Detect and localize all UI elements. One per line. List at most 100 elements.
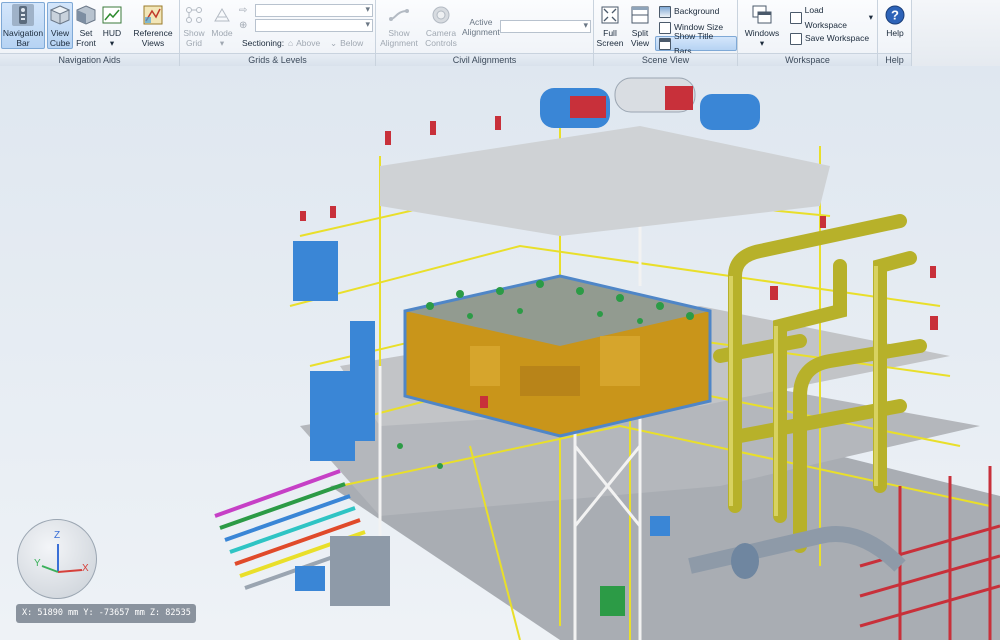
- navigation-bar-icon: [12, 4, 34, 26]
- view-cube-label-1: View: [50, 28, 70, 38]
- axis-y-label: Y: [34, 558, 41, 569]
- title-bars-icon: [659, 37, 671, 50]
- full-screen-label-2: Screen: [596, 38, 624, 48]
- background-button[interactable]: Background: [655, 4, 723, 19]
- set-front-label-1: Set: [79, 28, 93, 38]
- windows-button[interactable]: Windows ▾: [742, 2, 782, 49]
- above-label: Above: [296, 38, 321, 48]
- level-combo[interactable]: [255, 4, 373, 17]
- group-scene-view: Full Screen Split View Background Window…: [594, 0, 738, 66]
- load-workspace-button[interactable]: Load Workspace ▾: [786, 5, 877, 30]
- coordinates-readout: X: 51890 mm Y: -73657 mm Z: 82535 mm: [16, 604, 196, 623]
- svg-text:?: ?: [891, 8, 899, 23]
- show-alignment-label-1: Show: [388, 28, 410, 38]
- sectioning-label: Sectioning:: [242, 38, 285, 48]
- above-icon: ⌂: [288, 38, 294, 48]
- active-alignment-label: Active Alignment: [462, 17, 500, 37]
- hud-label: HUD: [102, 28, 122, 38]
- set-front-label-2: Front: [76, 38, 96, 48]
- camera-controls-label-2: Controls: [425, 38, 457, 48]
- grids-levels-group-label: Grids & Levels: [180, 53, 375, 66]
- help-group-label: Help: [878, 53, 911, 66]
- full-screen-label-1: Full: [603, 28, 617, 38]
- reference-views-label-2: Views: [141, 38, 165, 48]
- scene-viewport[interactable]: Z X Y X: 51890 mm Y: -73657 mm Z: 82535 …: [0, 66, 1000, 640]
- show-grid-label-2: Grid: [185, 38, 203, 48]
- grid-system-combo[interactable]: [255, 19, 373, 32]
- axis-x-label: X: [82, 563, 89, 574]
- camera-controls-label-1: Camera: [425, 28, 457, 38]
- help-button[interactable]: ? Help: [881, 2, 909, 39]
- sectioning-row: Sectioning:: [238, 36, 288, 51]
- reference-views-button[interactable]: Reference Views: [130, 2, 176, 49]
- reference-views-label-1: Reference: [133, 28, 173, 38]
- load-workspace-label: Load Workspace: [804, 4, 847, 30]
- save-workspace-icon: [790, 32, 802, 45]
- axis-z-label: Z: [54, 530, 61, 541]
- mode-dropdown-icon: ▾: [219, 38, 225, 48]
- grid-icon: [183, 4, 205, 26]
- group-navigation-aids: Navigation Bar View Cube Set Front HUD ▾: [0, 0, 180, 66]
- show-grid-button[interactable]: Show Grid: [181, 2, 207, 49]
- hud-icon: [101, 4, 123, 26]
- reference-views-icon: [142, 4, 164, 26]
- save-workspace-label: Save Workspace: [805, 33, 870, 43]
- view-cube-icon: [49, 4, 71, 26]
- mode-button[interactable]: Mode ▾: [210, 2, 234, 49]
- workspace-group-label: Workspace: [738, 53, 877, 66]
- window-size-icon: [659, 21, 671, 34]
- camera-controls-icon: [430, 4, 452, 26]
- view-cube[interactable]: Z X Y: [17, 519, 97, 599]
- background-icon: [659, 5, 671, 18]
- help-icon: ?: [884, 4, 906, 26]
- active-alignment-combo[interactable]: [500, 20, 591, 33]
- group-workspace: Windows ▾ Load Workspace ▾ Save Workspac…: [738, 0, 878, 66]
- group-civil-alignments: Show Alignment Camera Controls Active Al…: [376, 0, 594, 66]
- help-label: Help: [886, 28, 904, 38]
- split-view-label-1: Split: [631, 28, 649, 38]
- view-cube-label-2: Cube: [49, 38, 71, 48]
- hud-button[interactable]: HUD ▾: [100, 2, 124, 49]
- mode-icon: [211, 4, 233, 26]
- navigation-bar-button[interactable]: Navigation Bar: [1, 2, 45, 49]
- above-button[interactable]: ⌂ Above: [284, 36, 324, 51]
- full-screen-button[interactable]: Full Screen: [596, 2, 624, 49]
- hud-dropdown-icon: ▾: [109, 38, 115, 48]
- set-front-button[interactable]: Set Front: [74, 2, 98, 49]
- below-label: Below: [340, 38, 364, 48]
- ribbon-empty-area: [912, 0, 1000, 66]
- split-view-label-2: View: [630, 38, 650, 48]
- load-workspace-icon: [790, 11, 802, 24]
- globe-icon: ⊕: [239, 20, 248, 31]
- below-icon: ⌄: [330, 38, 338, 48]
- view-cube-button[interactable]: View Cube: [47, 2, 73, 49]
- level-icon: ⇨: [239, 5, 248, 16]
- navigation-aids-group-label: Navigation Aids: [0, 53, 179, 66]
- set-front-icon: [75, 4, 97, 26]
- ribbon: Navigation Bar View Cube Set Front HUD ▾: [0, 0, 1000, 66]
- alignment-icon: [388, 4, 410, 26]
- windows-dropdown-icon: ▾: [759, 38, 765, 48]
- show-grid-label-1: Show: [183, 28, 205, 38]
- show-alignment-label-2: Alignment: [380, 38, 418, 48]
- show-title-bars-button[interactable]: Show Title Bars: [655, 31, 737, 56]
- show-alignment-button[interactable]: Show Alignment: [378, 2, 420, 49]
- windows-label: Windows: [744, 28, 780, 38]
- navigation-bar-label-1: Navigation: [2, 28, 44, 38]
- scene-view-group-label: Scene View: [594, 53, 737, 66]
- civil-alignments-group-label: Civil Alignments: [376, 53, 593, 66]
- split-view-button[interactable]: Split View: [627, 2, 653, 49]
- load-workspace-dropdown-icon: ▾: [868, 12, 873, 22]
- below-button[interactable]: ⌄ Below: [326, 36, 367, 51]
- mode-label: Mode: [211, 28, 233, 38]
- windows-icon: [751, 4, 773, 26]
- save-workspace-button[interactable]: Save Workspace: [786, 31, 873, 46]
- split-view-icon: [629, 4, 651, 26]
- camera-controls-button[interactable]: Camera Controls: [422, 2, 460, 49]
- plant-model-3d[interactable]: [0, 66, 1000, 640]
- full-screen-icon: [599, 4, 621, 26]
- background-label: Background: [674, 6, 720, 16]
- top-deck: [380, 77, 830, 236]
- navigation-bar-label-2: Bar: [16, 38, 30, 48]
- group-help: ? Help Help: [878, 0, 912, 66]
